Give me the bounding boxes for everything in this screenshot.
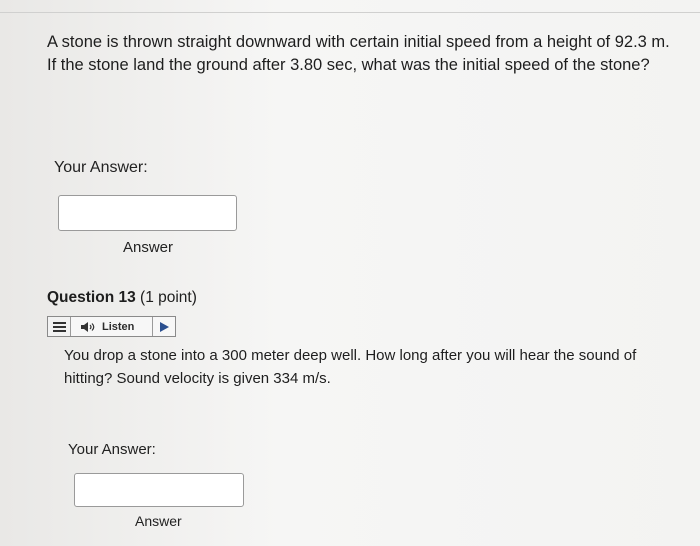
listen-menu-button[interactable] xyxy=(48,317,71,336)
question-13-answer-caption: Answer xyxy=(135,513,182,529)
question-13-answer-input[interactable] xyxy=(74,473,244,507)
question-12-prompt: A stone is thrown straight downward with… xyxy=(47,33,670,74)
play-icon xyxy=(159,321,169,332)
question-13-heading: Question 13 (1 point) xyxy=(47,289,197,307)
question-12-answer-caption: Answer xyxy=(123,239,174,256)
listen-toolbar: Listen xyxy=(47,316,176,337)
menu-icon xyxy=(52,321,66,332)
divider xyxy=(0,12,700,13)
listen-button[interactable]: Listen xyxy=(71,317,153,336)
quiz-page: A stone is thrown straight downward with… xyxy=(0,0,700,546)
play-button[interactable] xyxy=(153,317,175,336)
question-13-prompt: You drop a stone into a 300 meter deep w… xyxy=(64,347,637,387)
speaker-icon xyxy=(81,321,95,332)
listen-label: Listen xyxy=(102,320,135,333)
question-12-answer-input[interactable] xyxy=(58,195,237,231)
question-12-your-answer-label: Your Answer: xyxy=(54,159,148,176)
question-13-points: (1 point) xyxy=(140,289,197,306)
question-13-your-answer-label: Your Answer: xyxy=(68,441,156,458)
question-13-title: Question 13 xyxy=(47,289,136,306)
